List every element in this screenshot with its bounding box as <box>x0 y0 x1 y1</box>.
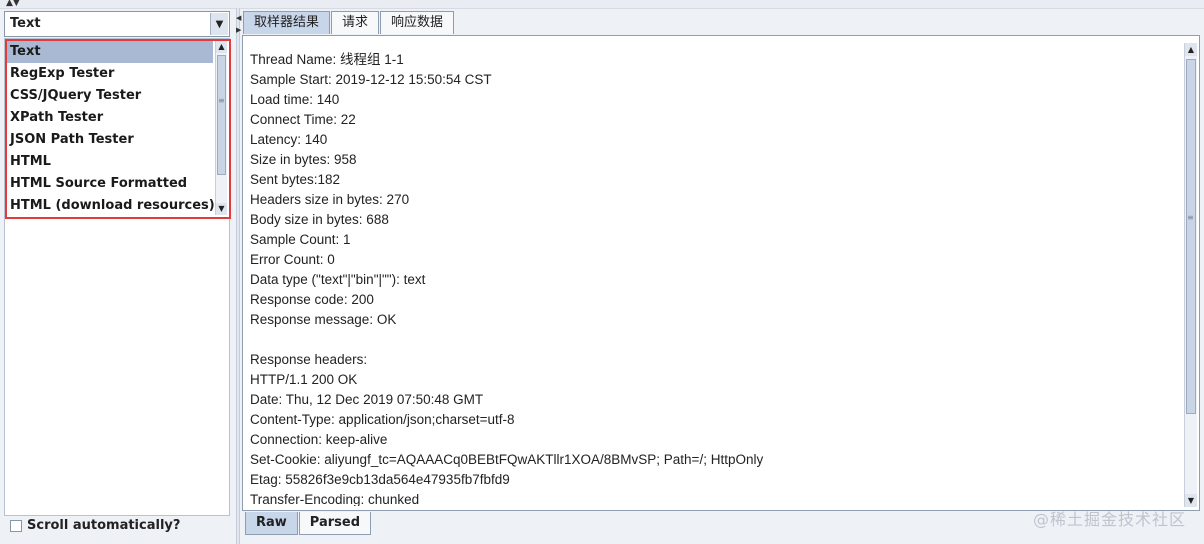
result-line: Body size in bytes: 688 <box>250 212 389 227</box>
content-scrollbar[interactable]: ▲ ≡ ▼ <box>1184 43 1197 507</box>
scroll-auto-option[interactable]: Scroll automatically? <box>10 518 180 533</box>
renderer-list: Text RegExp Tester CSS/JQuery Tester XPath … <box>4 38 231 516</box>
tab-sampler-result[interactable]: 取样器结果 <box>243 11 331 34</box>
result-line: Connection: keep-alive <box>250 432 388 447</box>
result-line: Connect Time: 22 <box>250 112 356 127</box>
split-divider[interactable]: ◀ ▶ <box>236 8 241 544</box>
result-line: Set-Cookie: aliyungf_tc=AQAAACq0BEBtFQwA… <box>250 452 764 467</box>
tab-request[interactable]: 请求 <box>331 11 380 34</box>
result-line: Size in bytes: 958 <box>250 152 357 167</box>
scroll-auto-label: Scroll automatically? <box>27 518 181 533</box>
result-line: Latency: 140 <box>250 132 328 147</box>
grip-icon: ≡ <box>218 96 225 105</box>
watermark: @稀土掘金技术社区 <box>1032 510 1186 529</box>
result-line: Sample Count: 1 <box>250 232 351 247</box>
list-scrollbar[interactable]: ▲ ≡ ▼ <box>215 41 227 215</box>
result-tabs: 取样器结果 请求 响应数据 <box>243 11 455 35</box>
chevron-down-icon[interactable]: ▼ <box>210 13 228 35</box>
result-content: Thread Name: 线程组 1-1 Sample Start: 2019-1… <box>242 35 1200 511</box>
renderer-list-item[interactable]: HTML <box>7 151 213 173</box>
result-line: Transfer-Encoding: chunked <box>250 492 420 506</box>
grip-icon: ≡ <box>1187 213 1194 222</box>
scroll-up-icon[interactable]: ▲ <box>1185 43 1197 56</box>
renderer-list-item[interactable]: HTML Source Formatted <box>7 173 213 195</box>
result-line: Load time: 140 <box>250 92 340 107</box>
result-line: Error Count: 0 <box>250 252 335 267</box>
renderer-panel: Text ▼ Text RegExp Tester CSS/JQuery Teste… <box>0 8 236 544</box>
scroll-down-icon[interactable]: ▼ <box>216 203 227 215</box>
result-line: Etag: 55826f3e9cb13da564e47935fb7fbfd9 <box>250 472 510 487</box>
result-line: Data type ("text"|"bin"|""): text <box>250 272 426 287</box>
tab-parsed[interactable]: Parsed <box>298 512 372 535</box>
renderer-list-item[interactable]: JSON Path Tester <box>7 129 213 151</box>
result-line: Content-Type: application/json;charset=u… <box>250 412 515 427</box>
result-line: Date: Thu, 12 Dec 2019 07:50:48 GMT <box>250 392 484 407</box>
renderer-list-item[interactable]: Text <box>7 41 213 63</box>
renderer-list-item[interactable]: XPath Tester <box>7 107 213 129</box>
tab-response-data[interactable]: 响应数据 <box>380 11 455 34</box>
scroll-thumb[interactable] <box>217 55 226 175</box>
result-panel: 取样器结果 请求 响应数据 Thread Name: 线程组 1-1 Sample… <box>242 8 1204 544</box>
right-arrow-icon[interactable]: ▶ <box>236 26 241 34</box>
view-mode-tabs: Raw Parsed <box>245 512 372 536</box>
result-line: Sent bytes:182 <box>250 172 341 187</box>
scroll-down-icon[interactable]: ▼ <box>1185 494 1197 507</box>
result-line: Sample Start: 2019-12-12 15:50:54 CST <box>250 72 492 87</box>
result-line: Headers size in bytes: 270 <box>250 192 410 207</box>
scroll-auto-checkbox[interactable] <box>10 519 22 532</box>
result-line: Response message: OK <box>250 312 397 327</box>
renderer-list-item[interactable]: CSS/JQuery Tester <box>7 85 213 107</box>
left-arrow-icon[interactable]: ◀ <box>236 14 241 22</box>
result-line: Thread Name: 线程组 1-1 <box>250 52 404 67</box>
result-line <box>250 330 1180 350</box>
result-text[interactable]: Thread Name: 线程组 1-1 Sample Start: 2019-1… <box>250 50 1180 506</box>
renderer-combo[interactable]: Text ▼ <box>4 11 230 37</box>
result-line: HTTP/1.1 200 OK <box>250 372 358 387</box>
renderer-list-item[interactable]: RegExp Tester <box>7 63 213 85</box>
renderer-list-item[interactable]: HTML (download resources) <box>7 195 215 217</box>
tab-raw[interactable]: Raw <box>245 512 298 535</box>
collapse-arrows-icon[interactable]: ▲▼ <box>6 0 20 8</box>
scroll-thumb[interactable] <box>1186 59 1196 414</box>
scroll-up-icon[interactable]: ▲ <box>216 41 227 53</box>
result-line: Response code: 200 <box>250 292 374 307</box>
result-line: Response headers: <box>250 352 368 367</box>
renderer-combo-value: Text <box>10 16 41 31</box>
